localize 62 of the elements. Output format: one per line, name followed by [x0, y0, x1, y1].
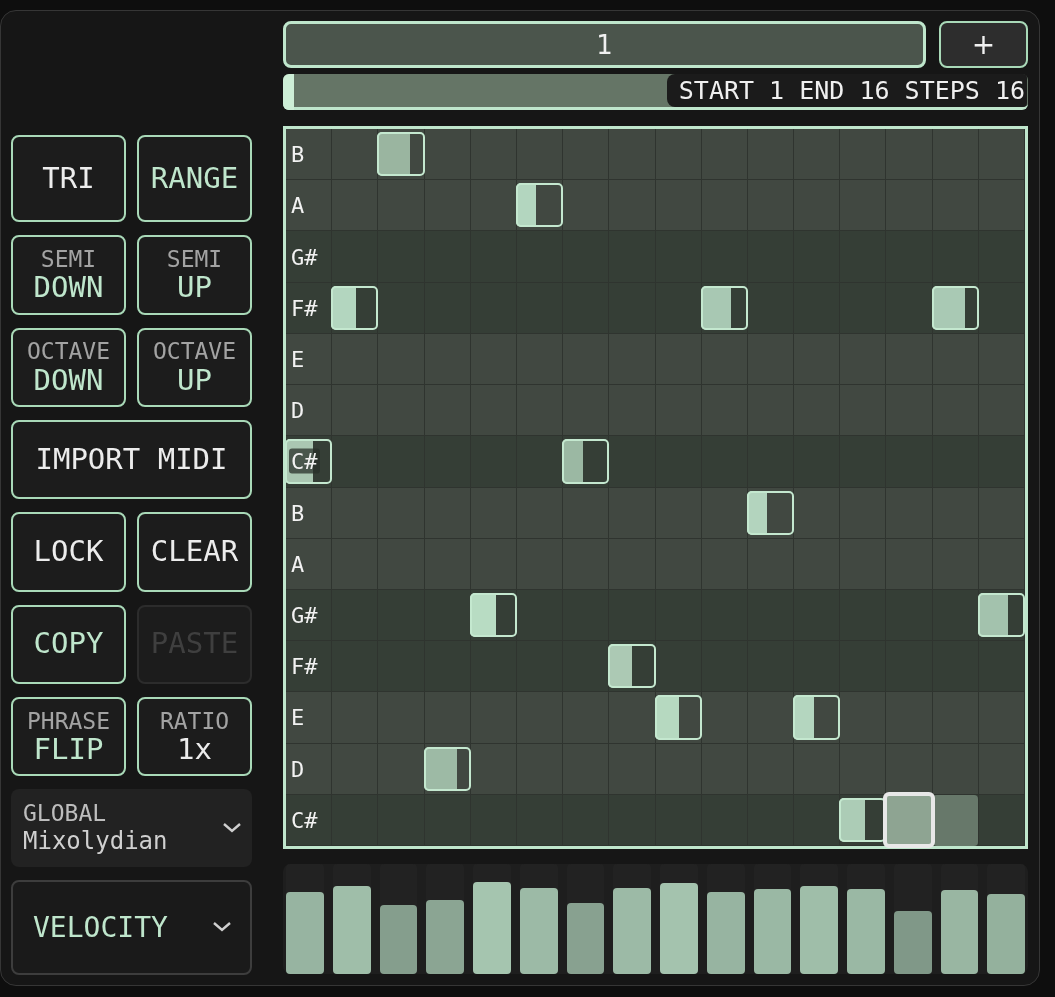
note-block[interactable] — [746, 490, 795, 535]
note-block[interactable] — [469, 592, 517, 638]
velocity-bar[interactable] — [893, 911, 932, 974]
scale-select[interactable]: GLOBAL Mixolydian — [11, 789, 252, 867]
control-button[interactable]: OCTAVE DOWN — [11, 327, 126, 407]
chevron-down-icon — [212, 921, 232, 934]
note-block[interactable] — [423, 746, 471, 791]
note-name: C# — [290, 807, 319, 833]
note-block[interactable] — [608, 644, 656, 689]
velocity-bar[interactable] — [706, 891, 745, 974]
note-name: F# — [290, 295, 319, 321]
velocity-bar[interactable] — [332, 886, 371, 974]
range-readout: START 1 END 16 STEPS 16 — [666, 74, 1027, 107]
note-name: D — [290, 756, 306, 782]
step-cursor[interactable] — [883, 791, 935, 848]
add-pattern-button[interactable]: + — [939, 21, 1028, 68]
control-button[interactable]: COPY — [11, 604, 126, 684]
note-name: B — [290, 500, 306, 526]
control-button[interactable]: TRI — [11, 135, 126, 223]
note-name: E — [290, 346, 306, 372]
range-start-handle[interactable] — [283, 74, 294, 110]
note-name: A — [290, 192, 306, 218]
velocity-bar[interactable] — [566, 902, 605, 974]
velocity-bar[interactable] — [379, 904, 418, 974]
control-button[interactable]: SEMI DOWN — [11, 235, 126, 315]
note-name: F# — [290, 653, 319, 679]
control-button[interactable]: OCTAVE UP — [137, 327, 252, 407]
chevron-down-icon — [222, 822, 242, 834]
velocity-bar[interactable] — [940, 890, 979, 974]
control-button[interactable]: IMPORT MIDI — [11, 419, 252, 500]
velocity-bar[interactable] — [519, 888, 558, 974]
control-button[interactable]: PHRASE FLIP — [11, 697, 126, 777]
piano-roll-grid[interactable]: B A G# F# E D C# B A G# F# E D C# — [283, 126, 1028, 849]
note-block[interactable] — [377, 132, 425, 177]
note-block[interactable] — [331, 285, 379, 330]
scale-caption: GLOBAL — [23, 799, 108, 828]
note-block[interactable] — [285, 439, 333, 484]
note-name: D — [290, 397, 306, 423]
lane-value: VELOCITY — [33, 910, 168, 944]
pattern-tab[interactable]: 1 — [283, 21, 926, 68]
lane-select[interactable]: VELOCITY — [11, 879, 252, 975]
control-button[interactable]: SEMI UP — [137, 235, 252, 315]
note-name: G# — [290, 602, 319, 628]
note-block[interactable] — [931, 285, 979, 330]
control-button[interactable]: RANGE — [137, 135, 252, 223]
note-name: E — [290, 704, 306, 730]
note-name: B — [290, 141, 306, 167]
note-block[interactable] — [515, 183, 564, 228]
velocity-bar[interactable] — [753, 889, 792, 974]
note-name: C# — [289, 448, 320, 474]
control-button[interactable]: LOCK — [11, 512, 126, 592]
note-name: A — [290, 551, 306, 577]
note-block[interactable] — [654, 695, 702, 740]
note-block[interactable] — [700, 285, 748, 330]
note-block[interactable] — [977, 592, 1025, 638]
note-name: G# — [290, 244, 319, 270]
loop-range-bar[interactable]: START 1 END 16 STEPS 16 — [283, 74, 1028, 110]
note-block[interactable] — [562, 439, 610, 484]
scale-value: Mixolydian — [23, 827, 168, 857]
control-button[interactable]: RATIO 1x — [137, 697, 252, 777]
control-button[interactable]: CLEAR — [137, 512, 252, 592]
note-block[interactable] — [793, 695, 841, 740]
